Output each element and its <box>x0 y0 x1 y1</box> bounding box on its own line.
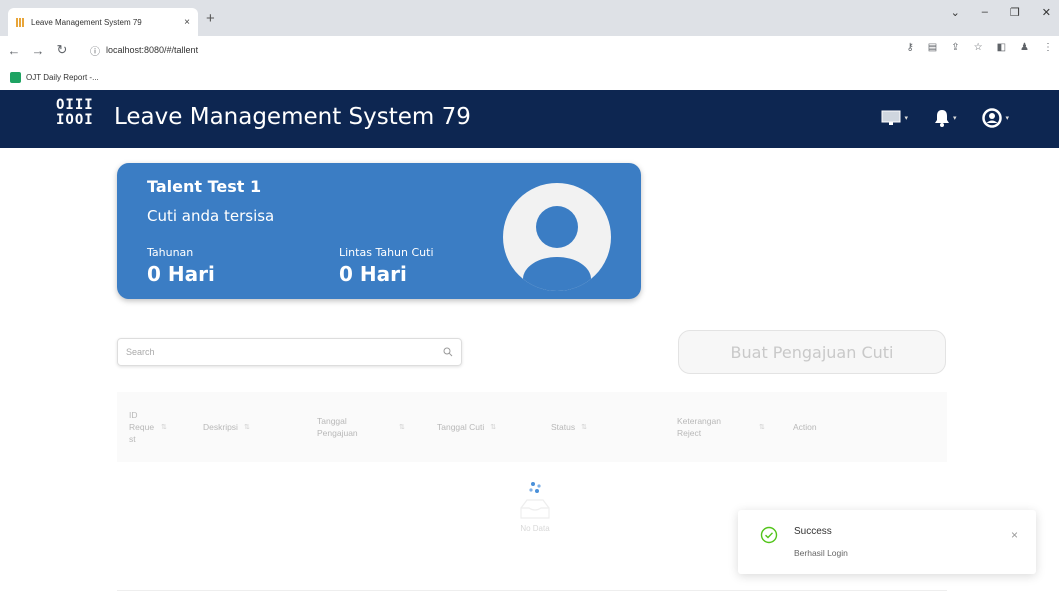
url-field[interactable]: ⓘ localhost:8080/#/tallent <box>90 40 890 60</box>
sidepanel-icon[interactable]: ◧ <box>997 42 1006 53</box>
sort-icon[interactable]: ⇅ <box>581 423 587 431</box>
translate-icon[interactable]: ▤ <box>928 42 937 53</box>
bookmarks-bar: OJT Daily Report -... <box>0 64 1059 90</box>
back-icon[interactable]: ← <box>4 43 24 58</box>
column-label: ID Reque st <box>129 410 155 444</box>
notification-message: Berhasil Login <box>794 548 848 558</box>
url-text: localhost:8080/#/tallent <box>106 45 199 55</box>
table-header: ID Reque st ⇅ Deskripsi ⇅ Tanggal Pengajua… <box>117 392 947 462</box>
search-input[interactable] <box>126 347 443 357</box>
window-controls: ⌄ – ❐ ✕ <box>951 6 1051 19</box>
window-close-icon[interactable]: ✕ <box>1042 6 1051 19</box>
notifications-menu[interactable]: ▾ <box>934 109 957 127</box>
favicon-icon <box>16 17 25 27</box>
share-icon[interactable]: ⇪ <box>951 42 959 53</box>
site-info-icon[interactable]: ⓘ <box>90 43 100 58</box>
extension-icon[interactable]: ♟ <box>1020 42 1029 53</box>
restore-icon[interactable]: ❐ <box>1010 6 1020 19</box>
create-leave-request-button[interactable]: Buat Pengajuan Cuti <box>678 330 946 374</box>
talent-name: Talent Test 1 <box>147 177 262 196</box>
sheets-icon <box>10 71 21 83</box>
loading-spinner-icon <box>520 482 550 519</box>
bookmark-star-icon[interactable]: ☆ <box>974 42 983 53</box>
account-menu[interactable]: ▾ <box>982 108 1009 128</box>
app-logo[interactable]: OIII IOOI <box>56 98 94 128</box>
chevron-down-icon: ▾ <box>1005 114 1009 122</box>
sort-icon[interactable]: ⇅ <box>399 423 405 431</box>
sort-icon[interactable]: ⇅ <box>490 423 496 431</box>
tab-close-icon[interactable]: × <box>184 17 190 28</box>
browser-tab-bar: Leave Management System 79 × + ⌄ – ❐ ✕ <box>0 0 1059 36</box>
menu-icon[interactable]: ⋮ <box>1043 42 1053 53</box>
carryover-leave-value: 0 Hari <box>339 262 407 286</box>
address-bar: ← → ↻ ⓘ localhost:8080/#/tallent ⚷ ▤ ⇪ ☆… <box>0 36 1059 64</box>
forward-icon[interactable]: → <box>28 43 48 58</box>
column-label: Tanggal Cuti <box>437 422 485 432</box>
monitor-icon <box>881 110 901 125</box>
column-header-submission-date[interactable]: Tanggal Pengajuan ⇅ <box>317 392 427 462</box>
bookmark-item[interactable]: OJT Daily Report -... <box>26 73 99 82</box>
reload-icon[interactable]: ↻ <box>52 42 72 58</box>
chevron-down-icon: ▾ <box>952 114 957 122</box>
column-header-leave-date[interactable]: Tanggal Cuti ⇅ <box>437 392 537 462</box>
column-header-reject-note[interactable]: Keterangan Reject ⇅ <box>677 392 787 462</box>
column-header-status[interactable]: Status ⇅ <box>551 392 631 462</box>
empty-state: No Data <box>490 478 580 533</box>
column-header-description[interactable]: Deskripsi ⇅ <box>203 392 293 462</box>
tab-list-icon[interactable]: ⌄ <box>951 6 960 19</box>
leave-balance-card: Talent Test 1 Cuti anda tersisa Tahunan … <box>117 163 641 299</box>
column-label: Tanggal Pengajuan <box>317 416 358 438</box>
address-bar-actions: ⚷ ▤ ⇪ ☆ ◧ ♟ ⋮ <box>906 42 1053 53</box>
column-label: Action <box>793 422 817 432</box>
browser-tab[interactable]: Leave Management System 79 × <box>8 8 198 36</box>
chevron-down-icon: ▾ <box>904 114 908 122</box>
search-icon[interactable] <box>443 347 453 357</box>
sort-icon[interactable]: ⇅ <box>759 423 765 431</box>
minimize-icon[interactable]: – <box>982 6 988 19</box>
app-header: OIII IOOI Leave Management System 79 ▾ ▾ … <box>0 90 1059 148</box>
empty-state-text: No Data <box>520 524 550 533</box>
key-icon[interactable]: ⚷ <box>906 42 913 53</box>
check-circle-icon <box>760 526 778 544</box>
bell-icon <box>934 110 949 127</box>
user-avatar-icon <box>523 206 591 291</box>
user-circle-icon <box>982 108 1003 128</box>
sort-icon[interactable]: ⇅ <box>161 423 167 431</box>
success-notification: Success Berhasil Login × <box>738 510 1036 574</box>
column-header-id[interactable]: ID Reque st ⇅ <box>129 392 189 462</box>
column-label: Status <box>551 422 576 432</box>
carryover-leave-label: Lintas Tahun Cuti <box>339 246 434 259</box>
search-box <box>117 338 462 366</box>
annual-leave-value: 0 Hari <box>147 262 215 286</box>
column-label: Deskripsi <box>203 422 238 432</box>
new-tab-button[interactable]: + <box>206 10 215 27</box>
sort-icon[interactable]: ⇅ <box>244 423 250 431</box>
column-header-action: Action <box>793 392 873 462</box>
app-title: Leave Management System 79 <box>114 104 471 130</box>
avatar <box>503 183 611 291</box>
card-subtitle: Cuti anda tersisa <box>147 207 275 225</box>
monitor-menu[interactable]: ▾ <box>881 110 908 126</box>
notification-title: Success <box>794 526 832 537</box>
column-label: Keterangan Reject <box>677 416 721 438</box>
notification-close-icon[interactable]: × <box>1011 528 1018 542</box>
annual-leave-label: Tahunan <box>147 246 194 259</box>
header-actions: ▾ ▾ ▾ <box>881 108 1009 128</box>
tab-title: Leave Management System 79 <box>31 17 142 27</box>
table-bottom-border <box>117 590 947 591</box>
